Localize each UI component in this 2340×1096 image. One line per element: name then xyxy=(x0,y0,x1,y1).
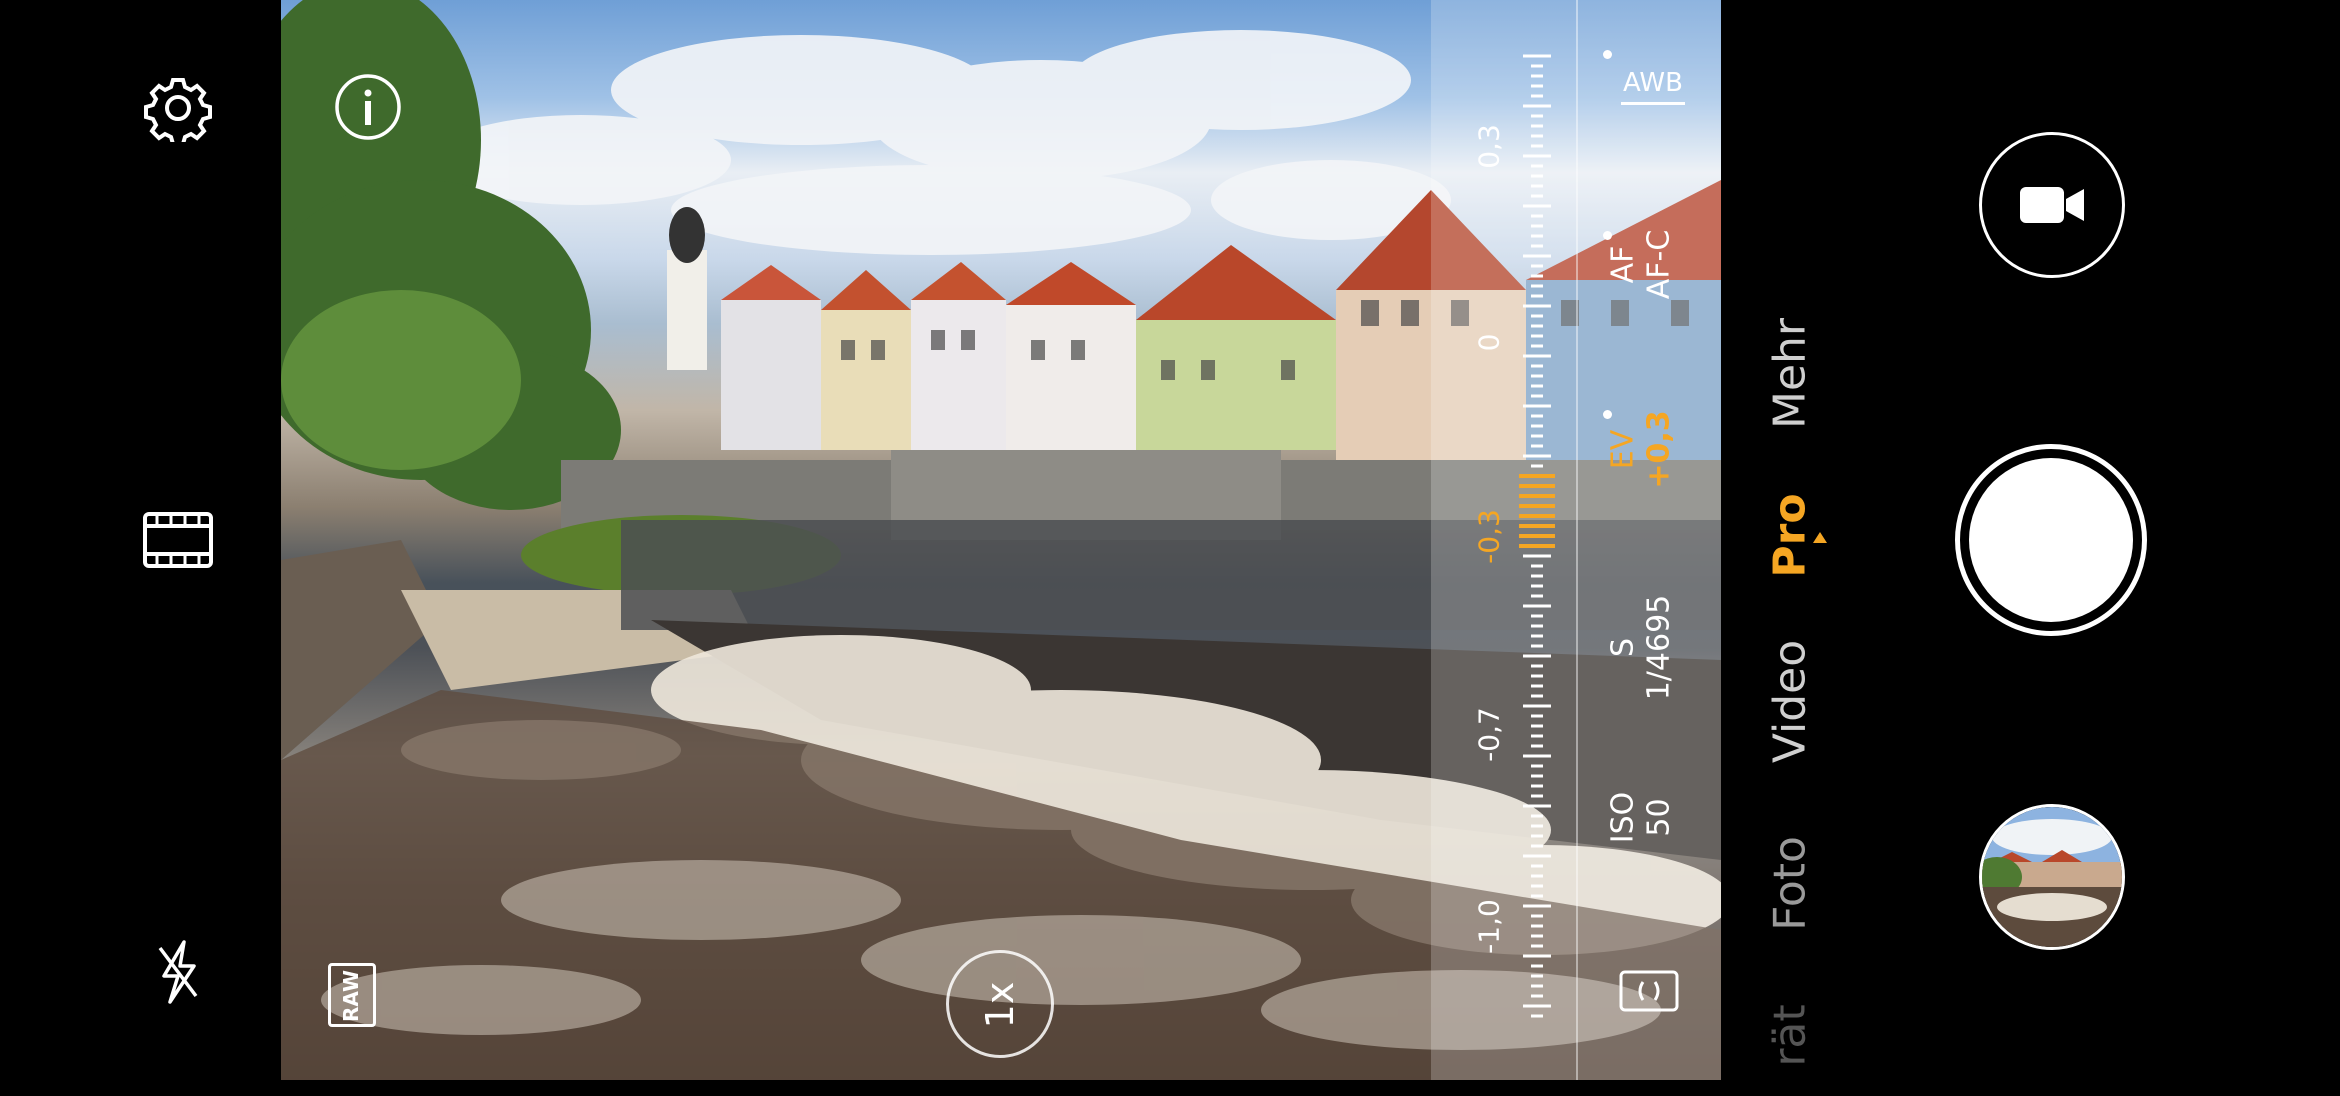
awb-underline xyxy=(1621,102,1685,105)
zoom-label: 1x xyxy=(978,981,1022,1029)
ev-setting[interactable]: EV +0,3 xyxy=(1601,390,1701,510)
mode-item-mehr[interactable]: Mehr xyxy=(1765,294,1816,454)
camera-viewfinder[interactable]: RAW 1x 0,3 0 -0,3 -0,7 -1,0 AWB AF AF-C … xyxy=(281,0,1721,1080)
mode-item-foto[interactable]: Foto xyxy=(1765,804,1816,964)
iso-value: 50 xyxy=(1641,798,1677,837)
ev-label: EV xyxy=(1605,429,1641,470)
s-value: 1/4695 xyxy=(1641,594,1677,701)
af-label: AF xyxy=(1605,245,1641,284)
gallery-preview-image xyxy=(1982,807,2122,947)
info-icon[interactable] xyxy=(334,73,402,141)
scale-label-minus-0-3: -0,3 xyxy=(1472,509,1506,564)
shutter-button[interactable] xyxy=(1955,444,2147,636)
af-setting[interactable]: AF AF-C xyxy=(1601,195,1701,335)
zoom-button[interactable]: 1x xyxy=(946,950,1054,1058)
shutter-speed-setting[interactable]: S 1/4695 xyxy=(1601,570,1701,720)
active-mode-indicator xyxy=(1813,532,1827,543)
flash-off-icon[interactable] xyxy=(154,938,202,1006)
awb-label: AWB xyxy=(1623,68,1683,98)
awb-setting[interactable]: AWB xyxy=(1613,62,1693,110)
metering-icon[interactable] xyxy=(1619,970,1679,1012)
scale-label-0-3: 0,3 xyxy=(1472,124,1506,169)
scale-label-minus-1-0: -1,0 xyxy=(1472,899,1506,954)
s-label: S xyxy=(1605,637,1641,658)
mode-item-partial[interactable]: rät xyxy=(1765,976,1816,1096)
mode-item-video[interactable]: Video xyxy=(1765,612,1816,792)
film-icon[interactable] xyxy=(143,512,213,568)
ev-scale[interactable] xyxy=(1517,50,1557,1030)
scale-label-0: 0 xyxy=(1472,333,1506,352)
af-value: AF-C xyxy=(1641,229,1677,300)
iso-label: ISO xyxy=(1605,791,1641,844)
pro-panel-divider xyxy=(1576,0,1578,1080)
raw-toggle[interactable]: RAW xyxy=(328,963,376,1027)
video-camera-icon xyxy=(2020,185,2086,225)
raw-label: RAW xyxy=(339,969,363,1022)
ev-value: +0,3 xyxy=(1641,410,1677,489)
mode-item-pro[interactable]: Pro xyxy=(1765,476,1816,596)
iso-setting[interactable]: ISO 50 xyxy=(1601,760,1701,870)
left-control-bar xyxy=(0,0,281,1080)
gear-icon[interactable] xyxy=(144,74,212,146)
scale-label-minus-0-7: -0,7 xyxy=(1472,707,1506,762)
gallery-thumbnail[interactable] xyxy=(1979,804,2125,950)
indicator-dot xyxy=(1603,50,1612,59)
video-record-button[interactable] xyxy=(1979,132,2125,278)
right-control-bar: rät Foto Video Pro Mehr xyxy=(1721,0,2340,1080)
shutter-inner xyxy=(1969,458,2133,622)
